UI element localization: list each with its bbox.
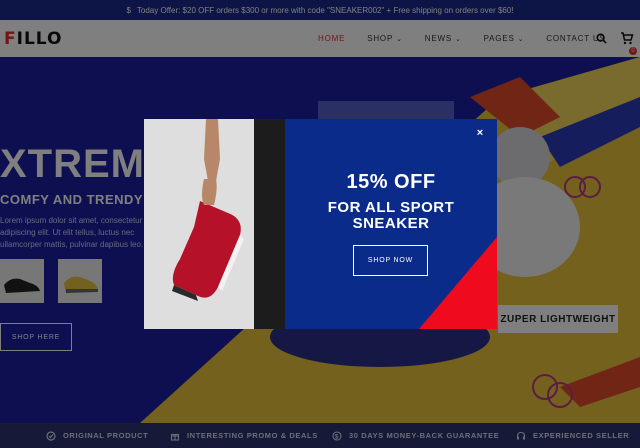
modal-image [144, 119, 285, 329]
modal-headline: 15% OFF [346, 171, 436, 193]
promo-modal: × 15% OFF FOR ALL SPORT SNEAKER SHOP NOW [144, 119, 497, 329]
close-icon[interactable]: × [474, 127, 486, 139]
hand-holding-sneaker-image [144, 119, 285, 329]
modal-red-corner [419, 237, 497, 329]
modal-content: × 15% OFF FOR ALL SPORT SNEAKER SHOP NOW [285, 119, 497, 329]
modal-subline-2: SNEAKER [352, 215, 430, 232]
modal-subline: FOR ALL SPORT SNEAKER [285, 200, 497, 232]
shop-now-button[interactable]: SHOP NOW [353, 245, 428, 276]
modal-subline-1: FOR ALL SPORT [327, 199, 455, 216]
